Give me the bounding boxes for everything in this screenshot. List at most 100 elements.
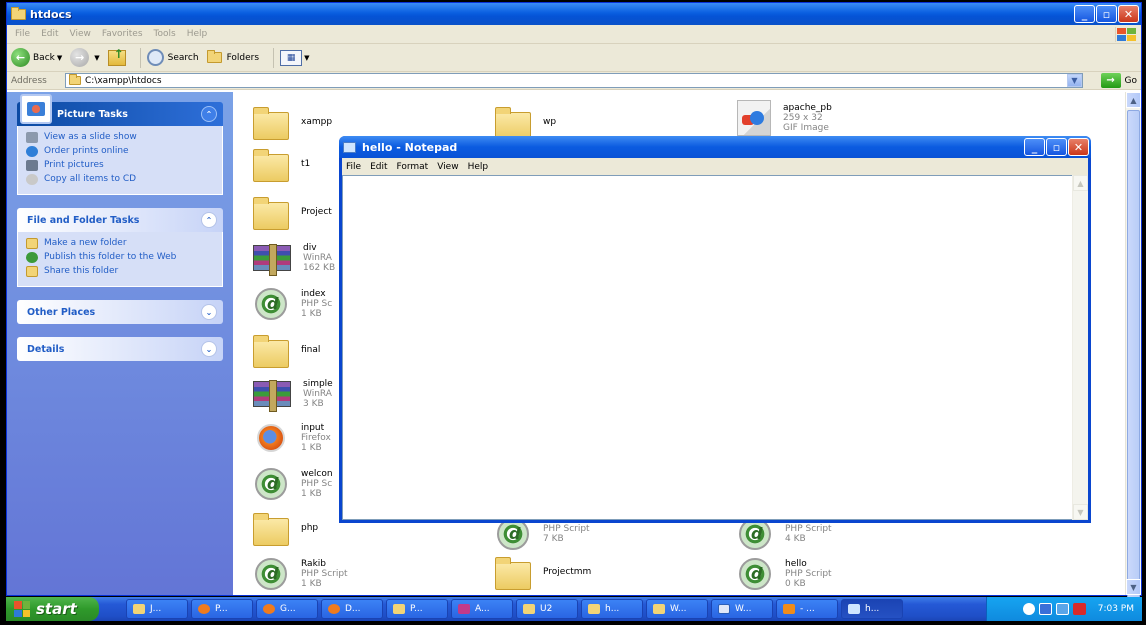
close-button[interactable]: ✕: [1068, 138, 1089, 156]
notepad-scrollbar[interactable]: ▲ ▼: [1072, 175, 1088, 520]
file-item[interactable]: Projectmm: [495, 552, 715, 592]
file-name: simple: [303, 379, 333, 389]
menu-edit[interactable]: Edit: [41, 29, 58, 39]
maximize-button[interactable]: ▫: [1046, 138, 1067, 156]
file-size: 0 KB: [785, 579, 806, 589]
up-folder-button[interactable]: ↑: [107, 47, 126, 66]
network-icon[interactable]: [1038, 603, 1052, 615]
taskbar-button[interactable]: P...: [191, 599, 253, 619]
maximize-button[interactable]: ▫: [1096, 5, 1117, 23]
menu-edit[interactable]: Edit: [370, 162, 387, 172]
task-order-prints[interactable]: Order prints online: [26, 146, 216, 157]
start-button[interactable]: start: [6, 597, 99, 621]
chevron-down-icon[interactable]: ▼: [57, 54, 62, 62]
task-copy-to-cd[interactable]: Copy all items to CD: [26, 174, 216, 185]
system-tray: 7:03 PM: [986, 597, 1142, 621]
taskbar-button[interactable]: A...: [451, 599, 513, 619]
menu-format[interactable]: Format: [397, 162, 429, 172]
scroll-up-icon[interactable]: ▲: [1126, 92, 1141, 108]
taskbar-button[interactable]: J...: [126, 599, 188, 619]
file-folder-tasks-header[interactable]: File and Folder Tasks ⌃: [17, 208, 223, 232]
address-value: C:\xampp\htdocs: [85, 75, 162, 86]
menu-tools[interactable]: Tools: [154, 29, 176, 39]
picture-tasks-header[interactable]: Picture Tasks ⌃: [17, 94, 223, 126]
close-button[interactable]: ✕: [1118, 5, 1139, 23]
menu-favorites[interactable]: Favorites: [102, 29, 143, 39]
taskbar-button[interactable]: W...: [711, 599, 773, 619]
scroll-down-icon[interactable]: ▼: [1073, 504, 1088, 520]
file-item[interactable]: hello PHP Script 0 KB: [737, 554, 957, 594]
minimize-button[interactable]: _: [1074, 5, 1095, 23]
taskbar-button[interactable]: G...: [256, 599, 318, 619]
expand-icon[interactable]: ⌄: [201, 341, 217, 357]
file-size: 1 KB: [301, 579, 322, 589]
address-input[interactable]: C:\xampp\htdocs ▼: [65, 73, 1083, 88]
taskbar-button[interactable]: U2: [516, 599, 578, 619]
folder-icon: [253, 107, 289, 140]
menu-help[interactable]: Help: [468, 162, 489, 172]
file-size: 1 KB: [301, 489, 322, 499]
scroll-up-icon[interactable]: ▲: [1073, 175, 1088, 191]
picture-icon: [20, 94, 52, 124]
task-new-folder[interactable]: Make a new folder: [26, 238, 216, 249]
file-name: Rakib: [301, 559, 326, 569]
file-item[interactable]: Rakib PHP Script 1 KB: [253, 554, 473, 594]
tray-app-icon[interactable]: [1055, 603, 1069, 615]
expand-icon[interactable]: ⌄: [201, 304, 217, 320]
explorer-titlebar[interactable]: htdocs _ ▫ ✕: [7, 3, 1141, 25]
up-folder-icon: ↑: [107, 47, 126, 66]
collapse-icon[interactable]: ⌃: [201, 106, 217, 122]
file-type: PHP Script: [785, 569, 832, 579]
views-button[interactable]: ▦ ▼: [280, 49, 309, 66]
chevron-down-icon[interactable]: ▼: [1067, 74, 1082, 87]
back-button[interactable]: ← Back ▼: [11, 48, 62, 67]
go-button[interactable]: → Go: [1100, 73, 1137, 88]
vertical-scrollbar[interactable]: ▲ ▼: [1125, 92, 1141, 600]
file-item[interactable]: apache_pb 259 x 32 GIF Image: [737, 98, 957, 138]
taskbar-button[interactable]: D...: [321, 599, 383, 619]
folders-button[interactable]: Folders: [206, 50, 259, 63]
notepad-titlebar[interactable]: hello - Notepad _ ▫ ✕: [339, 136, 1091, 158]
menu-file[interactable]: File: [15, 29, 30, 39]
notepad-icon: [343, 141, 356, 153]
notepad-window: hello - Notepad _ ▫ ✕ File Edit Format V…: [339, 136, 1091, 523]
taskbar-button[interactable]: - ...: [776, 599, 838, 619]
forward-button[interactable]: → ▼: [70, 48, 100, 67]
address-bar: Address C:\xampp\htdocs ▼ → Go: [7, 72, 1141, 90]
folder-icon: [523, 604, 535, 614]
chevron-down-icon[interactable]: ▼: [304, 54, 309, 62]
task-label: Make a new folder: [44, 238, 127, 248]
task-publish-web[interactable]: Publish this folder to the Web: [26, 252, 216, 263]
taskbar-button-label: h...: [605, 604, 620, 614]
collapse-icon[interactable]: ⌃: [201, 212, 217, 228]
scroll-down-icon[interactable]: ▼: [1126, 579, 1141, 595]
taskbar-button[interactable]: P...: [386, 599, 448, 619]
antivirus-icon[interactable]: [1072, 603, 1086, 615]
details-header[interactable]: Details ⌄: [17, 337, 223, 361]
taskbar-button[interactable]: W...: [646, 599, 708, 619]
scroll-thumb[interactable]: [1127, 110, 1140, 600]
menu-view[interactable]: View: [437, 162, 458, 172]
menu-view[interactable]: View: [70, 29, 91, 39]
winrar-archive-icon: [253, 244, 291, 276]
file-size: 7 KB: [543, 534, 564, 544]
menu-help[interactable]: Help: [187, 29, 208, 39]
taskbar-button[interactable]: h...: [841, 599, 903, 619]
task-share-folder[interactable]: Share this folder: [26, 266, 216, 277]
folder-icon: [653, 604, 665, 614]
taskbar: start J... P... G... D... P... A... U2 h…: [6, 597, 1142, 621]
minimize-button[interactable]: _: [1024, 138, 1045, 156]
firefox-icon: [328, 604, 340, 614]
search-button[interactable]: Search: [146, 49, 199, 66]
task-print-pictures[interactable]: Print pictures: [26, 160, 216, 171]
menu-file[interactable]: File: [346, 162, 361, 172]
task-slide-show[interactable]: View as a slide show: [26, 132, 216, 143]
other-places-header[interactable]: Other Places ⌄: [17, 300, 223, 324]
details-panel: Details ⌄: [17, 337, 223, 361]
notepad-text-area[interactable]: [342, 175, 1088, 520]
taskbar-button[interactable]: h...: [581, 599, 643, 619]
taskbar-button-label: J...: [150, 604, 162, 614]
taskbar-button-label: W...: [670, 604, 687, 614]
tray-arrow-icon[interactable]: [1022, 603, 1035, 615]
chevron-down-icon[interactable]: ▼: [94, 54, 99, 62]
